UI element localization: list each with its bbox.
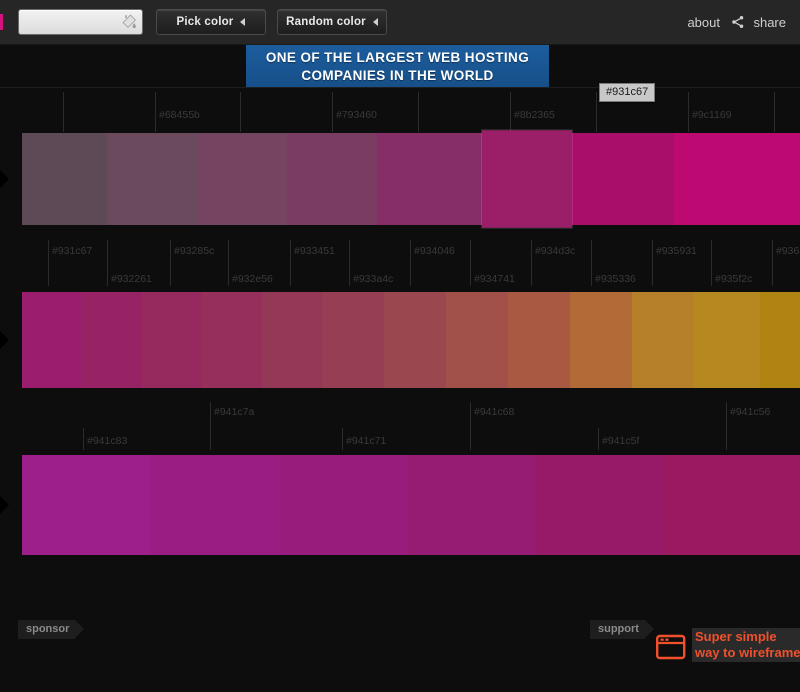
color-swatch[interactable] [508, 292, 570, 388]
palette-color-label[interactable]: #935f2c [711, 272, 752, 286]
random-color-label: Random color [286, 16, 366, 28]
palette-tick [774, 92, 775, 132]
color-swatch[interactable] [287, 133, 377, 225]
pick-color-button[interactable]: Pick color [156, 9, 266, 35]
palette-color-label[interactable]: #941c5f [598, 434, 639, 448]
chevron-left-icon [240, 18, 245, 26]
color-swatch[interactable] [664, 455, 800, 555]
palette-color-label[interactable]: #93285c [170, 244, 214, 258]
paint-bucket-icon[interactable] [120, 14, 136, 30]
color-swatch[interactable] [377, 133, 482, 225]
top-toolbar: Pick color Random color about share [0, 0, 800, 45]
palette-color-label[interactable]: #68455b [155, 108, 200, 122]
color-palette-app: Pick color Random color about share ONE … [0, 0, 800, 692]
palette-tick [596, 92, 597, 132]
color-swatch[interactable] [22, 133, 107, 225]
palette-row-3 [22, 455, 800, 555]
color-search-field[interactable] [18, 9, 143, 35]
palette-color-label[interactable]: #934d3c [531, 244, 575, 258]
banner-divider [0, 87, 800, 88]
support-button[interactable]: support [590, 620, 645, 639]
color-swatch[interactable] [142, 292, 202, 388]
share-link[interactable]: share [753, 15, 786, 30]
color-swatch[interactable] [408, 455, 536, 555]
share-icon[interactable] [731, 15, 745, 29]
palette-color-label[interactable]: #9c1169 [688, 108, 732, 122]
color-swatch[interactable] [694, 292, 760, 388]
color-input[interactable] [19, 10, 119, 34]
color-swatch[interactable] [280, 455, 408, 555]
palette-color-label[interactable]: #934046 [410, 244, 455, 258]
brand-accent-bar [0, 14, 3, 30]
palette-color-label[interactable]: #941c7a [210, 405, 254, 419]
palette-color-label[interactable]: #932e56 [228, 272, 273, 286]
palette-color-label[interactable]: #941c83 [83, 434, 127, 448]
color-swatch[interactable] [446, 292, 508, 388]
palette-tick [63, 92, 64, 132]
color-swatch[interactable] [22, 455, 150, 555]
color-swatch[interactable] [322, 292, 384, 388]
palette-row-2 [22, 292, 800, 388]
color-swatch[interactable] [572, 133, 674, 225]
palette-color-label[interactable]: #9365 [772, 244, 800, 258]
palette-color-label[interactable]: #793460 [332, 108, 377, 122]
color-tooltip: #931c67 [599, 83, 655, 102]
top-banner-ad[interactable]: ONE OF THE LARGEST WEB HOSTING COMPANIES… [246, 45, 549, 87]
row-marker-arrow-icon [0, 170, 9, 188]
palette-color-label[interactable]: #933a4c [349, 272, 393, 286]
footer-ad-line-1: Super simple [695, 629, 777, 644]
color-swatch[interactable] [536, 455, 664, 555]
color-swatch[interactable] [197, 133, 287, 225]
color-swatch[interactable] [674, 133, 800, 225]
palette-color-label[interactable]: #941c56 [726, 405, 770, 419]
color-swatch[interactable] [107, 133, 197, 225]
browser-window-icon [656, 634, 686, 660]
color-swatch[interactable] [760, 292, 800, 388]
row-marker-arrow-icon [0, 496, 9, 514]
banner-line-1: ONE OF THE LARGEST WEB HOSTING [246, 49, 549, 67]
color-swatch[interactable] [482, 130, 572, 228]
palette-color-label[interactable]: #935931 [652, 244, 697, 258]
palette-color-label[interactable]: #931c67 [48, 244, 92, 258]
color-swatch[interactable] [570, 292, 632, 388]
color-swatch[interactable] [150, 455, 280, 555]
footer-ad-line-2: way to wireframe [695, 645, 800, 660]
sponsor-button[interactable]: sponsor [18, 620, 75, 639]
color-swatch[interactable] [632, 292, 694, 388]
palette-color-label[interactable]: #941c71 [342, 434, 386, 448]
palette-color-label[interactable]: #935336 [591, 272, 636, 286]
color-swatch[interactable] [22, 292, 82, 388]
palette-tick [240, 92, 241, 132]
palette-color-label[interactable]: #934741 [470, 272, 515, 286]
row-marker-arrow-icon [0, 331, 9, 349]
color-swatch[interactable] [262, 292, 322, 388]
about-link[interactable]: about [687, 15, 720, 30]
footer-ad-text: Super simple way to wireframe [692, 628, 800, 662]
color-swatch[interactable] [82, 292, 142, 388]
palette-color-label[interactable]: #933451 [290, 244, 335, 258]
color-swatch[interactable] [202, 292, 262, 388]
palette-tick [418, 92, 419, 132]
palette-color-label[interactable]: #941c68 [470, 405, 514, 419]
palette-color-label[interactable]: #932261 [107, 272, 152, 286]
pick-color-label: Pick color [177, 16, 234, 28]
palette-row-1 [22, 133, 800, 225]
color-swatch[interactable] [384, 292, 446, 388]
chevron-left-icon [373, 18, 378, 26]
footer-ad[interactable]: Super simple way to wireframe [656, 628, 796, 672]
palette-color-label[interactable]: #8b2365 [510, 108, 555, 122]
banner-line-2: COMPANIES IN THE WORLD [246, 67, 549, 85]
random-color-button[interactable]: Random color [277, 9, 387, 35]
